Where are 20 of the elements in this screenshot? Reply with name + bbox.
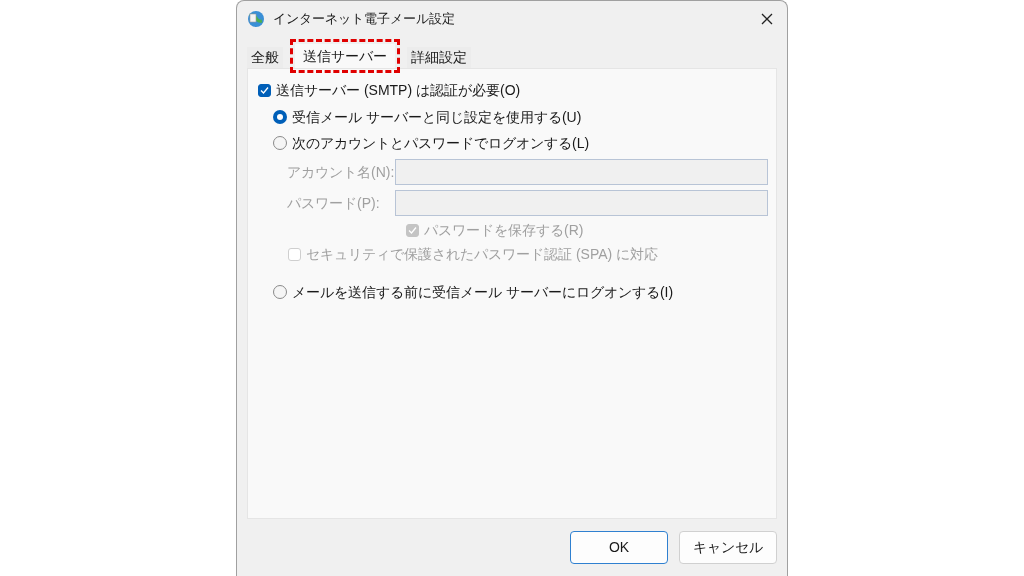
radio-label: メールを送信する前に受信メール サーバーにログオンする(I) — [292, 282, 674, 302]
dialog-button[interactable]: キャンセル — [679, 531, 777, 564]
close-icon[interactable] — [761, 13, 773, 25]
radio-button[interactable] — [273, 136, 287, 150]
field-label: アカウント名(N): — [287, 162, 395, 182]
tab[interactable]: 送信サーバー — [295, 44, 395, 68]
tab[interactable]: 全般 — [247, 47, 283, 68]
radio-button[interactable] — [273, 285, 287, 299]
window-title: インターネット電子メール設定 — [273, 10, 455, 29]
checkbox-label: セキュリティで保護されたパスワード認証 (SPA) に対応 — [306, 244, 659, 264]
checkbox-label: パスワードを保存する(R) — [424, 220, 584, 240]
checkbox[interactable] — [258, 83, 271, 97]
radio-label: 次のアカウントとパスワードでログオンする(L) — [292, 133, 590, 153]
radio-button[interactable] — [273, 110, 287, 124]
field-label: パスワード(P): — [287, 193, 381, 213]
tab[interactable]: 詳細設定 — [407, 47, 471, 68]
radio-label: 受信メール サーバーと同じ設定を使用する(U) — [292, 107, 582, 127]
checkbox-label: 送信サーバー (SMTP) は認証が必要(O) — [276, 80, 521, 100]
dialog-button[interactable]: OK — [570, 531, 668, 564]
globe-mail-icon — [247, 10, 265, 28]
